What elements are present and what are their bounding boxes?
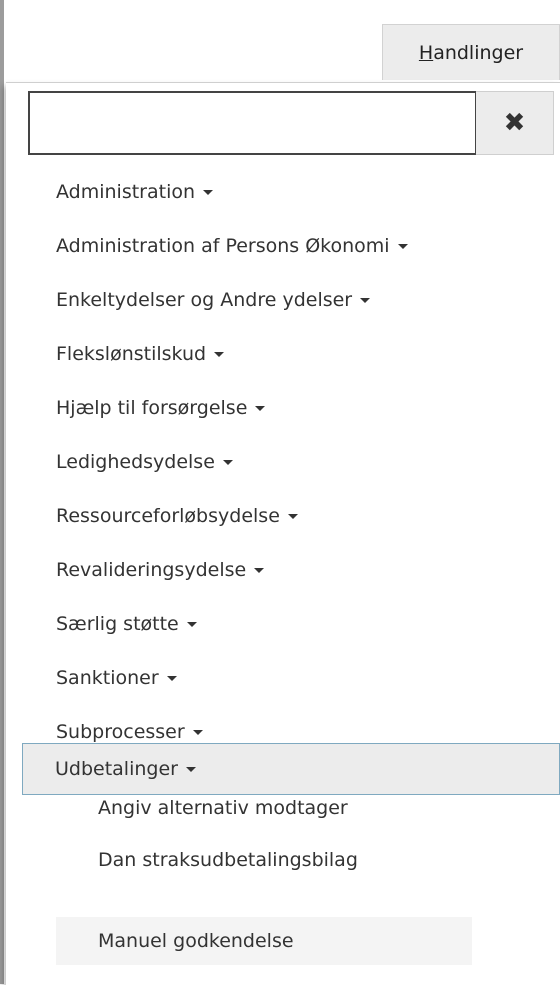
menu-item-subprocesser[interactable]: Subprocesser [56,721,203,743]
menu-item-saerlig-stoette[interactable]: Særlig støtte [56,613,197,635]
caret-down-icon [287,514,298,519]
top-toolbar: Handlinger [4,0,560,82]
caret-down-icon [255,406,266,411]
caret-down-icon [192,730,203,735]
actions-hotkey: H [418,42,434,64]
caret-down-icon [254,568,265,573]
menu-item-label: Administration af Persons Økonomi [56,235,390,257]
menu-item-revalideringsydelse[interactable]: Revalideringsydelse [56,559,265,581]
caret-down-icon [360,298,371,303]
menu-item-label: Ledighedsydelse [56,451,215,473]
submenu-item-dan-straksudbetalingsbilag[interactable]: Dan straksudbetalingsbilag [98,849,358,871]
caret-down-icon [186,622,197,627]
actions-dropdown-panel: ✖ Administration Administration af Perso… [6,82,560,985]
menu-item-label: Hjælp til forsørgelse [56,397,248,419]
menu-item-administration-af-persons-okonomi[interactable]: Administration af Persons Økonomi [56,235,408,257]
submenu-item-label: Manuel godkendelse [98,930,294,952]
menu-item-hjaelp-til-forsoergelse[interactable]: Hjælp til forsørgelse [56,397,266,419]
submenu-item-label: Angiv alternativ modtager [98,797,348,819]
menu-item-label: Administration [56,181,196,203]
menu-item-udbetalinger[interactable]: Udbetalinger [22,743,560,795]
menu-item-administration[interactable]: Administration [56,181,214,203]
actions-label: andlinger [433,42,524,64]
caret-down-icon [222,460,233,465]
submenu-item-manuel-godkendelse[interactable]: Manuel godkendelse [56,917,472,965]
caret-down-icon [203,190,214,195]
menu-item-enkeltydelser[interactable]: Enkeltydelser og Andre ydelser [56,289,371,311]
window-edge [0,0,4,984]
caret-down-icon [214,352,225,357]
menu-item-ressourceforloebsydelse[interactable]: Ressourceforløbsydelse [56,505,298,527]
menu-item-label: Særlig støtte [56,613,179,635]
close-icon: ✖ [503,108,526,138]
caret-down-icon [166,676,177,681]
submenu-item-label: Dan straksudbetalingsbilag [98,849,358,871]
search-bar: ✖ [28,91,554,155]
menu-item-label: Subprocesser [56,721,185,743]
menu-item-label: Sanktioner [56,667,159,689]
menu-item-ledighedsydelse[interactable]: Ledighedsydelse [56,451,233,473]
menu-item-label: Ressourceforløbsydelse [56,505,280,527]
menu-item-label: Revalideringsydelse [56,559,247,581]
menu-item-label: Enkeltydelser og Andre ydelser [56,289,353,311]
actions-menu-button[interactable]: Handlinger [382,24,560,80]
menu-item-sanktioner[interactable]: Sanktioner [56,667,177,689]
submenu-item-angiv-alternativ-modtager[interactable]: Angiv alternativ modtager [98,797,348,819]
menu-item-fleksloenstilskud[interactable]: Flekslønstilskud [56,343,225,365]
menu-item-label: Flekslønstilskud [56,343,207,365]
caret-down-icon [397,244,408,249]
menu-item-label: Udbetalinger [55,758,178,780]
caret-down-icon [185,767,196,772]
clear-search-button[interactable]: ✖ [476,91,554,155]
search-input[interactable] [28,91,476,155]
